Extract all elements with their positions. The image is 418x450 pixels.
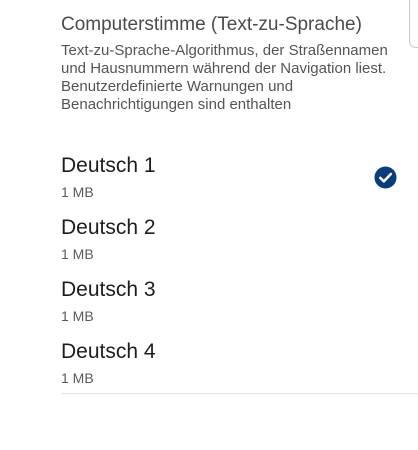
voice-item-deutsch-4[interactable]: Deutsch 4 1 MB xyxy=(61,336,418,398)
voice-item-deutsch-1[interactable]: Deutsch 1 1 MB xyxy=(61,150,418,212)
scrollbar-thumb[interactable] xyxy=(409,0,418,48)
voice-size: 1 MB xyxy=(61,370,94,386)
voice-size: 1 MB xyxy=(61,308,94,324)
voice-list: Deutsch 1 1 MB Deutsch 2 1 MB Deutsch 3 … xyxy=(61,150,418,398)
voice-item-deutsch-2[interactable]: Deutsch 2 1 MB xyxy=(61,212,418,274)
list-divider xyxy=(61,393,418,394)
voice-item-deutsch-3[interactable]: Deutsch 3 1 MB xyxy=(61,274,418,336)
voice-size: 1 MB xyxy=(61,246,94,262)
section-description: Text-zu-Sprache-Algorithmus, der Straßen… xyxy=(61,42,388,113)
check-circle-icon xyxy=(374,166,397,189)
voice-name: Deutsch 3 xyxy=(61,278,156,301)
voice-size: 1 MB xyxy=(61,184,94,200)
voice-name: Deutsch 1 xyxy=(61,154,156,177)
voice-name: Deutsch 2 xyxy=(61,216,156,239)
voice-name: Deutsch 4 xyxy=(61,340,156,363)
section-title: Computerstimme (Text-zu-Sprache) xyxy=(61,14,362,35)
